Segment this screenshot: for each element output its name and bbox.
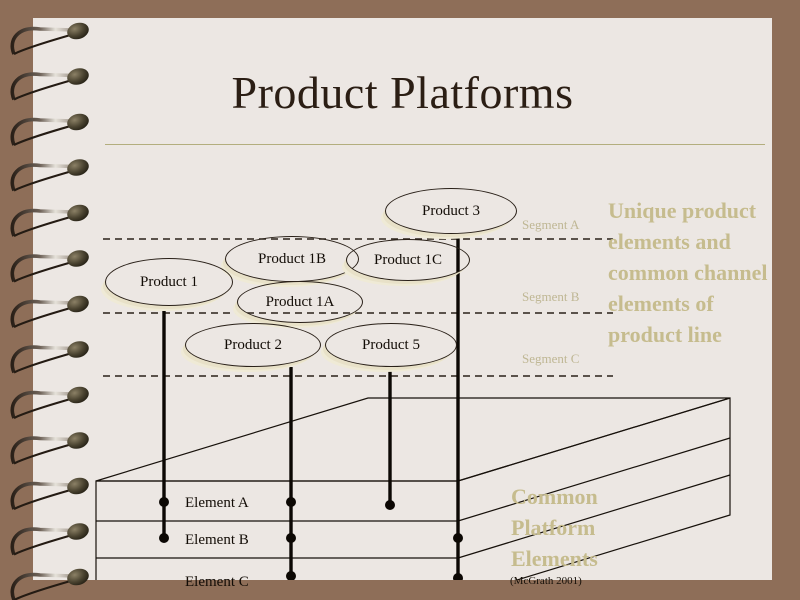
segment-label-segment-a: Segment A [522, 217, 580, 232]
notebook-page: Product Platforms Product 3 Product 1B Pro… [33, 18, 772, 590]
product-node-product-1c[interactable]: Product 1C [346, 239, 470, 281]
product-node-product-2[interactable]: Product 2 [185, 323, 321, 367]
unique-elements-callout: Unique product elements and common chann… [608, 198, 768, 347]
platform-row-label-element-b: Element B [185, 532, 249, 548]
connector-product-1-dot-2 [159, 533, 169, 543]
segment-label-segment-c: Segment C [522, 351, 580, 366]
connector-product-2-dot-2 [286, 533, 296, 543]
common-platform-callout: Common Platform Elements [511, 484, 598, 571]
product-node-label: Product 3 [422, 202, 480, 219]
platform-row-label-element-c: Element C [185, 574, 249, 590]
connector-product-2-dot-3 [286, 571, 296, 580]
product-node-label: Product 1A [265, 293, 335, 310]
source-citation: (McGrath 2001) [510, 575, 582, 587]
slide-canvas: Product Platforms Product 3 Product 1B Pro… [0, 0, 800, 600]
connector-product-3-dot-1 [453, 533, 463, 543]
platform-row-label-element-a: Element A [185, 495, 249, 511]
product-node-product-3[interactable]: Product 3 [385, 188, 517, 234]
product-node-label: Product 1B [258, 250, 326, 267]
product-node-label: Product 2 [224, 336, 282, 353]
connector-product-2-dot-1 [286, 497, 296, 507]
connector-product-3-dot-2 [453, 573, 463, 580]
product-node-product-1a[interactable]: Product 1A [237, 281, 363, 323]
product-node-label: Product 5 [362, 336, 420, 353]
product-node-product-5[interactable]: Product 5 [325, 323, 457, 367]
product-node-label: Product 1 [140, 273, 198, 290]
connector-product-1-dot-1 [159, 497, 169, 507]
product-node-product-1[interactable]: Product 1 [105, 258, 233, 306]
platform-box-top-face [95, 397, 731, 482]
product-node-product-1b[interactable]: Product 1B [225, 236, 359, 282]
platform-box-front-face [95, 480, 459, 580]
spiral-wire-loop-back [13, 578, 75, 600]
segment-label-segment-b: Segment B [522, 289, 580, 304]
connector-product-5-dot-1 [385, 500, 395, 510]
product-node-label: Product 1C [374, 251, 442, 268]
